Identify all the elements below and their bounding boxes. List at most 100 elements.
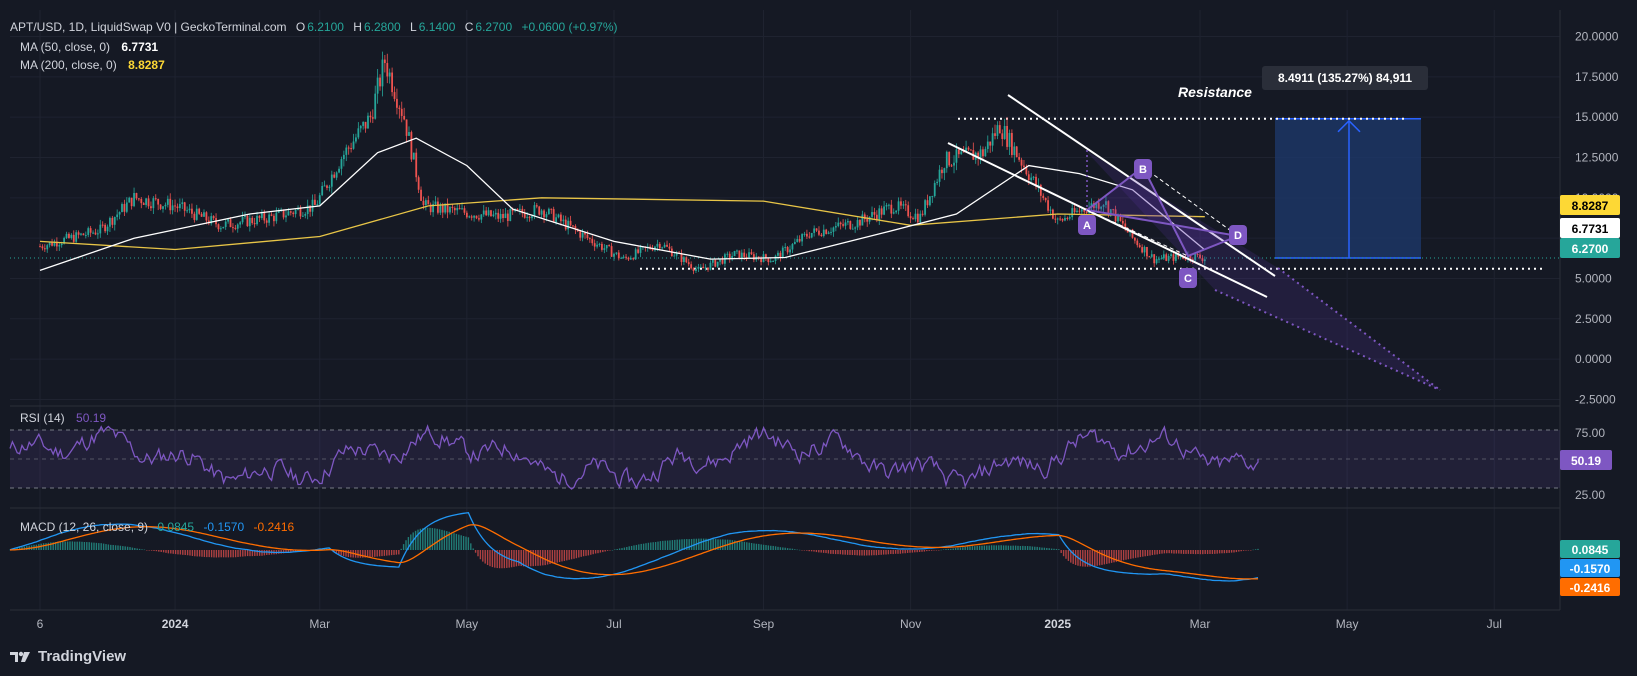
ma200-label: MA (200, close, 0): [20, 58, 117, 72]
candle-body: [494, 212, 497, 215]
macd-hist-bar: [215, 550, 218, 558]
candle-body: [929, 196, 931, 206]
macd-hist-bar: [210, 550, 213, 558]
candle-body: [733, 250, 736, 257]
candle-body: [711, 259, 714, 263]
chart-canvas[interactable]: 8.4911 (135.27%) 84,911 Resistance A B C…: [0, 0, 1637, 676]
candle-body: [740, 252, 743, 259]
tradingview-logo[interactable]: TradingView: [10, 648, 126, 665]
macd-hist-bar: [810, 550, 813, 552]
candles[interactable]: [39, 51, 1206, 275]
macd-hist-bar: [806, 550, 808, 551]
point-a[interactable]: A: [1078, 215, 1096, 235]
macd-hist-bar: [1127, 550, 1130, 560]
candle-body: [704, 267, 707, 269]
candle-body: [1013, 146, 1016, 155]
macd-hist-bar: [1192, 550, 1194, 554]
macd-hist-bar: [47, 542, 50, 550]
candle-body: [152, 198, 155, 209]
candle-body: [465, 212, 468, 218]
rsi-legend[interactable]: RSI (14) 50.19: [20, 411, 108, 425]
macd-hist-bar: [1062, 550, 1065, 557]
candle-body: [1150, 254, 1153, 257]
macd-hist-bar: [628, 546, 630, 550]
point-c[interactable]: C: [1179, 268, 1197, 288]
macd-hist-bar: [110, 544, 112, 550]
candle-body: [579, 231, 582, 238]
candle-body: [519, 208, 521, 210]
candle-body: [405, 119, 408, 136]
macd-hist-bar: [1180, 550, 1182, 554]
macd-hist-bar: [129, 547, 131, 550]
macd-hist-bar: [753, 543, 755, 550]
macd-hist-bar: [954, 548, 957, 550]
candle-body: [856, 220, 859, 228]
time-tick: 2024: [162, 617, 189, 631]
macd-hist-bar: [1204, 550, 1206, 554]
candle-body: [383, 59, 386, 64]
measure-rect[interactable]: [1275, 118, 1421, 259]
candle-body: [345, 147, 348, 155]
ma200-value: 8.8287: [128, 58, 165, 72]
candle-body: [87, 228, 90, 235]
abcd-pattern[interactable]: [1084, 165, 1242, 258]
macd-hist-bar: [851, 550, 854, 556]
macd-hist-bar: [762, 544, 765, 550]
macd-hist-bar: [179, 550, 182, 555]
candle-body: [506, 213, 509, 221]
macd-legend[interactable]: MACD (12, 26, close, 9) 0.0845 -0.1570 -…: [20, 520, 296, 534]
macd-hist-bar: [138, 548, 141, 550]
candle-body: [101, 224, 104, 226]
candle-body: [41, 246, 44, 249]
candle-body: [668, 246, 671, 249]
point-d[interactable]: D: [1229, 225, 1247, 245]
candle-body: [1006, 126, 1008, 147]
macd-hist-bar: [767, 545, 770, 550]
macd-hist-bar: [897, 550, 899, 554]
time-tick: Mar: [1190, 617, 1211, 631]
candle-body: [434, 201, 437, 204]
candle-body: [900, 201, 902, 206]
candle-body: [880, 208, 883, 215]
candle-body: [260, 212, 263, 219]
macd-hist-bar: [388, 550, 390, 556]
ma200-legend[interactable]: MA (200, close, 0) 8.8287: [20, 58, 167, 72]
ma200-line[interactable]: [39, 197, 1205, 251]
macd-hist-bar: [599, 550, 602, 553]
candle-body: [75, 232, 78, 242]
candle-body: [1056, 218, 1059, 220]
macd-hist-bar: [993, 545, 995, 550]
candle-body: [658, 243, 661, 249]
candle-body: [752, 254, 755, 260]
macd-hist-bar: [390, 550, 393, 556]
candle-body: [702, 266, 705, 269]
ma50-line[interactable]: [39, 137, 1206, 272]
price-axis[interactable]: 20.000017.500015.000012.500010.00007.500…: [1575, 30, 1619, 407]
time-axis[interactable]: 6 2024 Mar May Jul Sep Nov 2025 Mar May Jul: [37, 617, 1502, 631]
symbol-legend[interactable]: APT/USD, 1D, LiquidSwap V0 | GeckoTermin…: [10, 20, 620, 34]
candle-body: [523, 213, 526, 218]
measure-tool[interactable]: 8.4911 (135.27%) 84,911: [1262, 66, 1428, 259]
candle-body: [439, 204, 442, 213]
candle-body: [955, 149, 958, 163]
candle-body: [1155, 259, 1158, 264]
macd-hist-bar: [374, 550, 376, 557]
rsi-pane[interactable]: [9, 424, 1560, 490]
macd-hist-bar: [506, 550, 508, 568]
svg-text:D: D: [1234, 230, 1242, 242]
macd-hist-bar: [669, 540, 671, 550]
macd-hist-bar: [1149, 550, 1151, 556]
macd-label: MACD (12, 26, close, 9): [20, 520, 149, 534]
candle-body: [849, 221, 852, 229]
point-b[interactable]: B: [1134, 159, 1152, 179]
candle-body: [979, 149, 982, 158]
candle-body: [246, 215, 249, 227]
candle-body: [1023, 165, 1025, 168]
macd-hist-bar: [455, 533, 458, 550]
ma50-legend[interactable]: MA (50, close, 0) 6.7731: [20, 40, 160, 54]
macd-hist-bar: [1170, 550, 1173, 554]
candle-body: [77, 232, 80, 235]
macd-hist-bar: [791, 548, 794, 550]
candle-body: [615, 252, 618, 254]
candle-body: [287, 211, 290, 216]
